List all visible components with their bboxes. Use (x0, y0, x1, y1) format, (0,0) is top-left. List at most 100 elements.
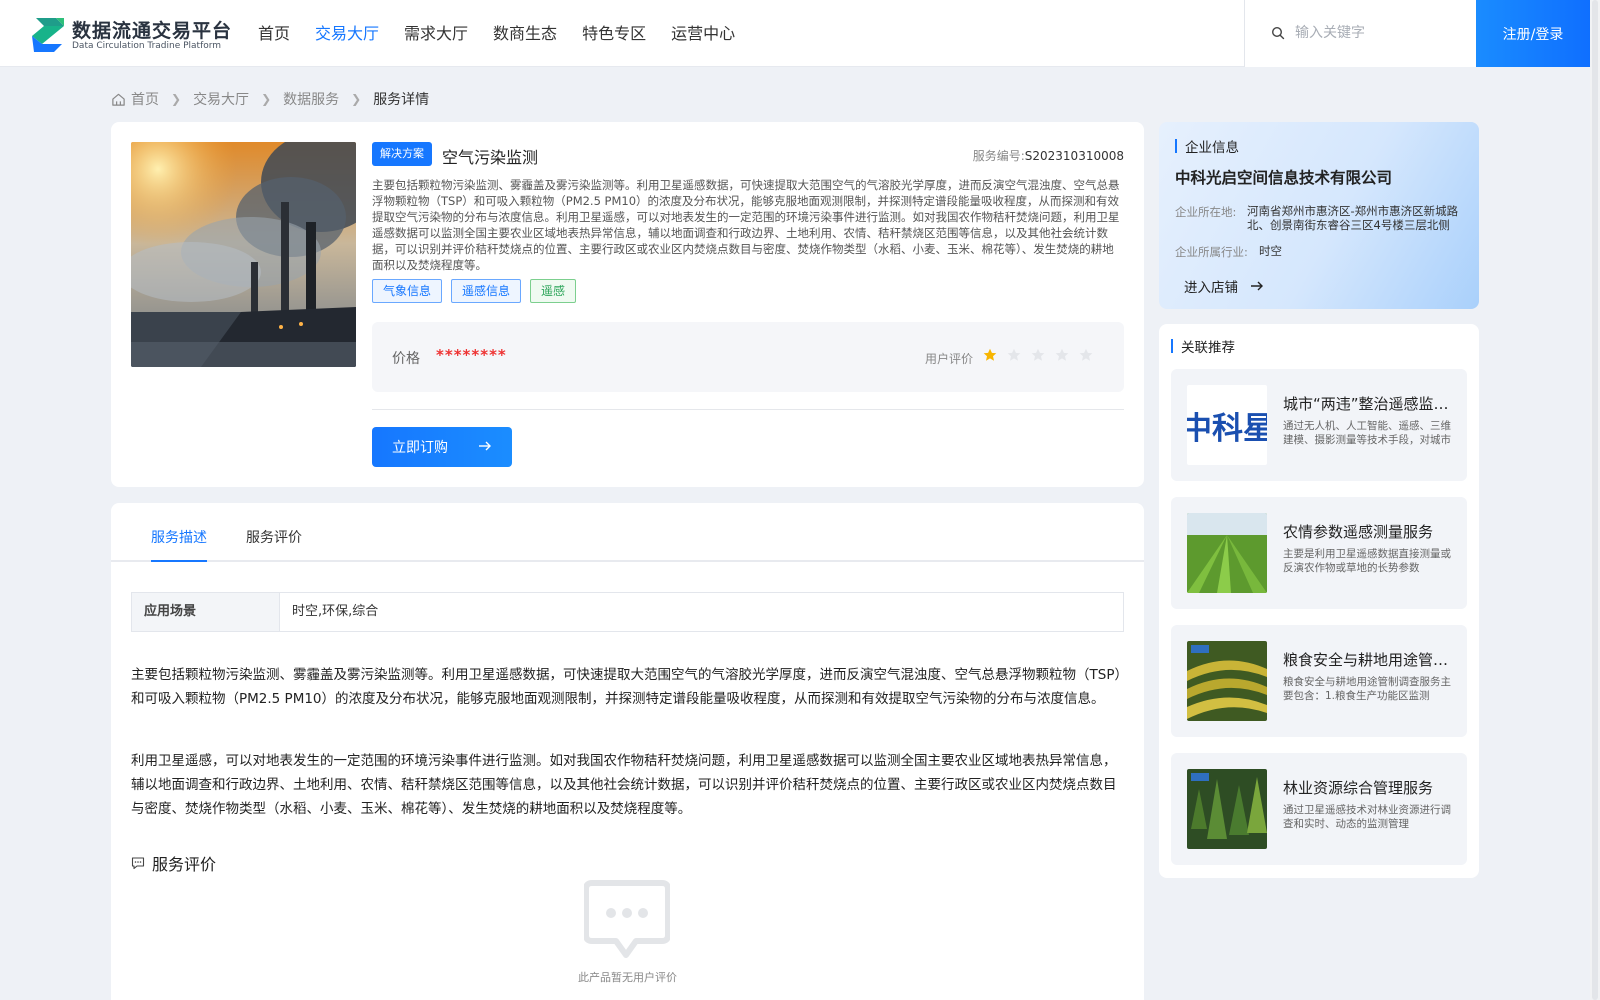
product-description: 主要包括颗粒物污染监测、雾霾盖及雾污染监测等。利用卫星遥感数据，可快速提取大范围… (372, 178, 1120, 272)
recommendation-item[interactable]: 林业资源综合管理服务 通过卫星遥感技术对林业资源进行调查和实时、动态的监测管理 (1171, 753, 1467, 865)
service-number-label: 服务编号: (972, 149, 1025, 163)
star-empty-icon (1007, 348, 1021, 361)
enterprise-title-text: 企业信息 (1185, 140, 1239, 156)
tag-list: 气象信息 遥感信息 遥感 (372, 279, 577, 303)
recommendation-title: 粮食安全与耕地用途管制调查服务 (1283, 651, 1451, 669)
recommendation-title: 农情参数遥感测量服务 (1283, 523, 1434, 541)
search-box (1244, 0, 1476, 67)
chevron-right-icon: ❯ (171, 92, 182, 106)
section-bar (1171, 339, 1173, 353)
product-title: 空气污染监测 (442, 148, 539, 167)
breadcrumb-current: 服务详情 (373, 92, 430, 108)
enterprise-address-row: 企业所在地: 河南省郑州市惠济区-郑州市惠济区新城路北、创景南街东睿谷三区4号楼… (1175, 204, 1461, 232)
chevron-right-icon: ❯ (351, 92, 362, 106)
nav-operation-center[interactable]: 运营中心 (671, 20, 735, 48)
nav-demand-hall[interactable]: 需求大厅 (404, 20, 468, 48)
nav-home[interactable]: 首页 (258, 20, 290, 48)
factory-smoke-image (131, 142, 356, 367)
enterprise-section-title: 企业信息 (1175, 136, 1239, 156)
address-value: 河南省郑州市惠济区-郑州市惠济区新城路北、创景南街东睿谷三区4号楼三层北侧 (1247, 204, 1459, 232)
search-input[interactable] (1295, 20, 1465, 46)
description-paragraph-2: 利用卫星遥感，可以对地表发生的一定范围的环境污染事件进行监测。如对我国农作物秸秆… (131, 753, 1117, 817)
star-filled-icon (983, 348, 997, 361)
recommendation-desc: 通过无人机、人工智能、遥感、三维建模、摄影测量等技术手段，对城市违法建设进行监测 (1283, 420, 1451, 446)
recommendation-desc: 主要是利用卫星遥感数据直接测量或反演农作物或草地的长势参数 (1283, 548, 1451, 574)
address-label: 企业所在地: (1175, 205, 1237, 219)
order-now-label: 立即订购 (392, 440, 448, 456)
service-number-value: S202310310008 (1024, 149, 1124, 163)
scrollbar-thumb[interactable] (1592, 0, 1598, 1000)
search-icon[interactable] (1271, 26, 1285, 40)
price-value: ******** (436, 346, 507, 364)
platform-logo[interactable]: 数据流通交易平台 Data Circulation Tradine Platfo… (30, 14, 233, 54)
solution-badge: 解决方案 (372, 142, 432, 166)
price-panel: 价格 ******** 用户评价 (372, 322, 1124, 392)
logo-subtitle: Data Circulation Tradine Platform (72, 41, 222, 51)
product-image (131, 142, 356, 367)
register-login-button[interactable]: 注册/登录 (1476, 0, 1590, 67)
star-empty-icon (1055, 348, 1069, 361)
divider (372, 409, 1124, 410)
empty-comment-icon (584, 880, 670, 958)
terrace-photo (1187, 641, 1267, 721)
active-tab-indicator (151, 560, 207, 562)
nav-special-zone[interactable]: 特色专区 (582, 20, 646, 48)
breadcrumb-data-service[interactable]: 数据服务 (283, 89, 339, 109)
recommendation-item[interactable]: 中科星 城市“两违”整治遥感监测服务 通过无人机、人工智能、遥感、三维建模、摄影… (1171, 369, 1467, 481)
enterprise-card: 企业信息 中科光启空间信息技术有限公司 企业所在地: 河南省郑州市惠济区-郑州市… (1159, 122, 1479, 309)
price-label: 价格 (392, 351, 420, 367)
recommendation-section-title: 关联推荐 (1171, 336, 1235, 356)
breadcrumb-trading-hall[interactable]: 交易大厅 (193, 89, 249, 109)
rating-label: 用户评价 (925, 352, 974, 366)
detail-tabs: 服务描述 服务评价 (111, 503, 1144, 562)
farmland-photo (1187, 513, 1267, 593)
recommendation-item[interactable]: 粮食安全与耕地用途管制调查服务 粮食安全与耕地用途管制调查服务主要包含：1.粮食… (1171, 625, 1467, 737)
star-empty-icon (1031, 348, 1045, 361)
industry-label: 企业所属行业: (1175, 245, 1248, 259)
product-card: 解决方案 空气污染监测 服务编号:S202310310008 主要包括颗粒物污染… (111, 122, 1144, 487)
section-bar (1175, 139, 1177, 153)
logo-mark-icon (32, 18, 64, 52)
main-nav: 首页 交易大厅 需求大厅 数商生态 特色专区 运营中心 (258, 20, 760, 48)
nav-trading-hall[interactable]: 交易大厅 (315, 20, 379, 48)
rating-stars (983, 348, 1093, 362)
home-icon[interactable] (111, 92, 126, 107)
logo-title: 数据流通交易平台 (72, 20, 233, 42)
tag-remote-sensing[interactable]: 遥感 (530, 279, 577, 303)
empty-reviews-text: 此产品暂无用户评价 (578, 971, 677, 984)
forest-photo (1187, 769, 1267, 849)
detail-card: 服务描述 服务评价 应用场景 时空,环保,综合 主要包括颗粒物污染监测、雾霾盖及… (111, 503, 1144, 1000)
enterprise-name: 中科光启空间信息技术有限公司 (1175, 169, 1393, 187)
scene-value: 时空,环保,综合 (292, 604, 379, 619)
recommendation-title: 城市“两违”整治遥感监测服务 (1283, 395, 1451, 413)
service-number: 服务编号:S202310310008 (973, 147, 1124, 164)
recommendation-desc: 通过卫星遥感技术对林业资源进行调查和实时、动态的监测管理 (1283, 804, 1451, 830)
scene-key: 应用场景 (132, 593, 280, 631)
chevron-right-icon: ❯ (261, 92, 272, 106)
comment-icon (131, 857, 145, 870)
top-navigation-bar: 数据流通交易平台 Data Circulation Tradine Platfo… (0, 0, 1600, 67)
star-empty-icon (1079, 348, 1093, 361)
nav-ecosystem[interactable]: 数商生态 (493, 20, 557, 48)
tab-service-description[interactable]: 服务描述 (151, 527, 207, 547)
breadcrumb-home[interactable]: 首页 (131, 89, 159, 109)
description-paragraph-1: 主要包括颗粒物污染监测、雾霾盖及雾污染监测等。利用卫星遥感数据，可快速提取大范围… (131, 667, 1122, 707)
tag-remote-sensing-info[interactable]: 遥感信息 (451, 279, 522, 303)
enterprise-industry-row: 企业所属行业: 时空 (1175, 244, 1473, 260)
review-section-title: 服务评价 (131, 851, 216, 875)
recommendation-card: 关联推荐 中科星 城市“两违”整治遥感监测服务 通过无人机、人工智能、遥感、三维… (1159, 324, 1479, 878)
industry-value: 时空 (1259, 244, 1282, 258)
application-scene-row: 应用场景 时空,环保,综合 (131, 592, 1124, 632)
recommendation-title-text: 关联推荐 (1181, 340, 1235, 356)
breadcrumb: 首页 ❯ 交易大厅 ❯ 数据服务 ❯ 服务详情 (111, 89, 429, 109)
enter-shop-label: 进入店铺 (1184, 280, 1238, 296)
review-title-text: 服务评价 (152, 855, 217, 874)
tag-meteorology[interactable]: 气象信息 (372, 279, 443, 303)
arrow-right-icon (479, 441, 491, 451)
enter-shop-link[interactable]: 进入店铺 (1184, 276, 1264, 296)
logo-text-icon: 中科星 (1187, 385, 1267, 465)
arrow-right-icon (1251, 281, 1263, 291)
tab-service-reviews[interactable]: 服务评价 (246, 527, 302, 547)
recommendation-item[interactable]: 农情参数遥感测量服务 主要是利用卫星遥感数据直接测量或反演农作物或草地的长势参数 (1171, 497, 1467, 609)
order-now-button[interactable]: 立即订购 (372, 427, 512, 467)
